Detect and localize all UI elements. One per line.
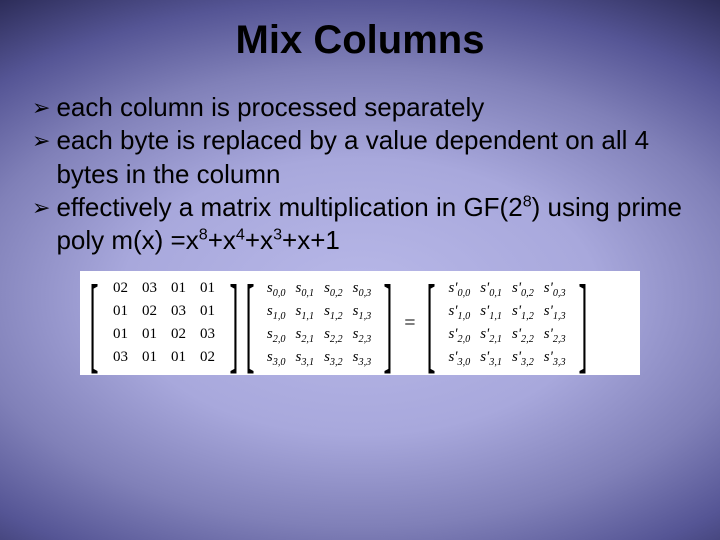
state-out-matrix: s'0,0 s'0,1 s'0,2 s'0,3 s'1,0 s'1,1 s'1,… xyxy=(443,277,570,369)
bullet-text: each column is processed separately xyxy=(56,91,688,124)
equals-sign: = xyxy=(400,312,419,335)
list-item: ➢ each byte is replaced by a value depen… xyxy=(32,124,688,191)
right-bracket-icon: ] xyxy=(229,286,238,362)
bullet-marker-icon: ➢ xyxy=(32,91,56,122)
bullet-list: ➢ each column is processed separately ➢ … xyxy=(0,63,720,257)
list-item: ➢ each column is processed separately xyxy=(32,91,688,124)
left-bracket-icon: [ xyxy=(427,286,436,362)
bullet-text: effectively a matrix multiplication in G… xyxy=(56,191,688,258)
bullet-marker-icon: ➢ xyxy=(32,124,56,155)
bullet-marker-icon: ➢ xyxy=(32,191,56,222)
left-bracket-icon: [ xyxy=(89,286,98,362)
coefficient-matrix: 02030101 01020301 01010203 03010102 xyxy=(106,277,222,369)
right-bracket-icon: ] xyxy=(578,286,587,362)
left-bracket-icon: [ xyxy=(245,286,254,362)
slide-title: Mix Columns xyxy=(0,0,720,63)
state-in-matrix: s0,0 s0,1 s0,2 s0,3 s1,0 s1,1 s1,2 s1,3 … xyxy=(262,277,376,369)
list-item: ➢ effectively a matrix multiplication in… xyxy=(32,191,688,258)
right-bracket-icon: ] xyxy=(384,286,393,362)
matrix-equation: [ 02030101 01020301 01010203 03010102 ] … xyxy=(80,271,640,375)
bullet-text: each byte is replaced by a value depende… xyxy=(56,124,688,191)
